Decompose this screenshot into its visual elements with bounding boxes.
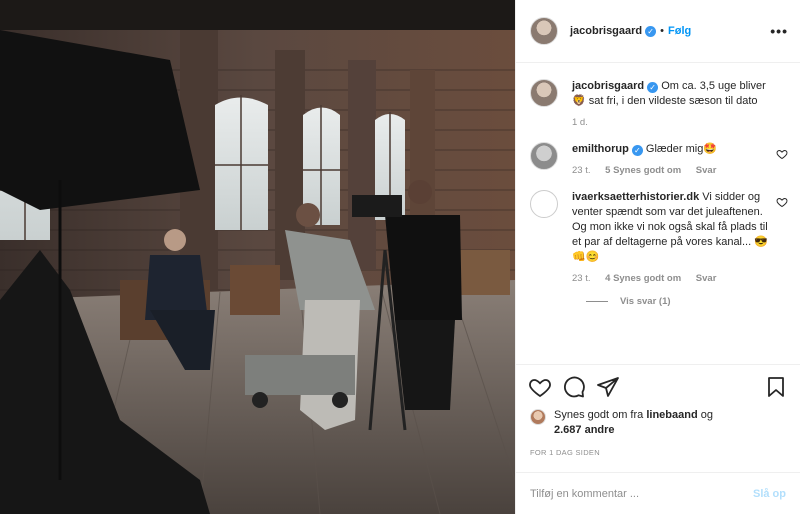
caption-body-1: Om ca. 3,5 uge bliver	[661, 80, 766, 92]
comment-likes[interactable]: 5 Synes godt om	[605, 165, 681, 176]
comment-item: emilthorup ✓ Glæder mig🤩 23 t. 5 Synes go…	[530, 142, 788, 176]
comment-icon[interactable]	[562, 375, 586, 399]
verified-badge-icon: ✓	[647, 82, 659, 93]
heart-icon[interactable]	[776, 196, 788, 208]
divider	[586, 301, 608, 302]
comment-time[interactable]: 23 t.	[572, 273, 591, 284]
comment-text: emilthorup ✓ Glæder mig🤩	[572, 142, 735, 157]
studio-scene-image	[0, 0, 515, 514]
view-replies-button[interactable]: Vis svar (1)	[586, 296, 788, 307]
caption-time[interactable]: 1 d.	[572, 117, 588, 128]
post-photo[interactable]	[0, 0, 515, 514]
verified-badge-icon: ✓	[631, 145, 643, 156]
reply-button[interactable]: Svar	[696, 273, 717, 284]
likes-count[interactable]: 2.687 andre	[554, 424, 615, 436]
share-icon[interactable]	[596, 375, 620, 399]
comment-input[interactable]	[530, 487, 753, 500]
comment-username[interactable]: ivaerksaetterhistorier.dk	[572, 191, 699, 203]
instagram-post: jacobrisgaard ✓ • Følg ••• jacobrisgaard…	[0, 0, 800, 514]
avatar[interactable]	[530, 17, 558, 45]
view-replies-label: Vis svar (1)	[620, 296, 671, 307]
post-header: jacobrisgaard ✓ • Følg •••	[516, 0, 800, 63]
comment-item: ivaerksaetterhistorier.dk Vi sidder og v…	[530, 190, 788, 284]
comment-meta: 23 t. 4 Synes godt om Svar	[572, 273, 788, 284]
comment-likes[interactable]: 4 Synes godt om	[605, 273, 681, 284]
heart-icon[interactable]	[776, 148, 788, 160]
likes-prefix: Synes godt om fra	[554, 409, 644, 421]
header-username[interactable]: jacobrisgaard	[570, 25, 642, 37]
caption-body-2: sat fri, i den vildeste sæson til dato	[588, 95, 758, 107]
avatar[interactable]	[530, 409, 546, 425]
post-comment-button[interactable]: Slå op	[753, 488, 786, 500]
comment-username[interactable]: emilthorup	[572, 143, 629, 155]
caption-text: jacobrisgaard ✓ Om ca. 3,5 uge bliver 🦁 s…	[572, 79, 788, 109]
post-date[interactable]: FOR 1 DAG SIDEN	[516, 438, 800, 472]
comment-meta: 23 t. 5 Synes godt om Svar	[572, 165, 735, 176]
more-options-icon[interactable]: •••	[770, 23, 788, 39]
reply-button[interactable]: Svar	[696, 165, 717, 176]
comment-time[interactable]: 23 t.	[572, 165, 591, 176]
avatar[interactable]	[530, 142, 558, 170]
comments-section: jacobrisgaard ✓ Om ca. 3,5 uge bliver 🦁 s…	[516, 63, 800, 364]
likes-joiner: og	[700, 409, 713, 421]
heart-icon[interactable]	[528, 375, 552, 399]
avatar[interactable]	[530, 190, 558, 218]
likes-summary: Synes godt om fra linebaand og 2.687 and…	[516, 408, 800, 438]
lion-emoji: 🦁	[572, 95, 586, 107]
liker-username[interactable]: linebaand	[646, 409, 697, 421]
avatar[interactable]	[530, 79, 558, 107]
add-comment-bar: Slå op	[516, 472, 800, 514]
comment-body: Glæder mig🤩	[645, 143, 718, 155]
bookmark-icon[interactable]	[764, 375, 788, 399]
comment-text: ivaerksaetterhistorier.dk Vi sidder og v…	[572, 190, 788, 265]
follow-button[interactable]: Følg	[668, 25, 691, 37]
caption-username[interactable]: jacobrisgaard	[572, 80, 644, 92]
post-side-panel: jacobrisgaard ✓ • Følg ••• jacobrisgaard…	[515, 0, 800, 514]
header-separator: •	[660, 25, 664, 37]
caption: jacobrisgaard ✓ Om ca. 3,5 uge bliver 🦁 s…	[530, 79, 788, 128]
caption-meta: 1 d.	[572, 117, 788, 128]
verified-badge-icon: ✓	[645, 25, 657, 37]
action-bar	[516, 364, 800, 408]
